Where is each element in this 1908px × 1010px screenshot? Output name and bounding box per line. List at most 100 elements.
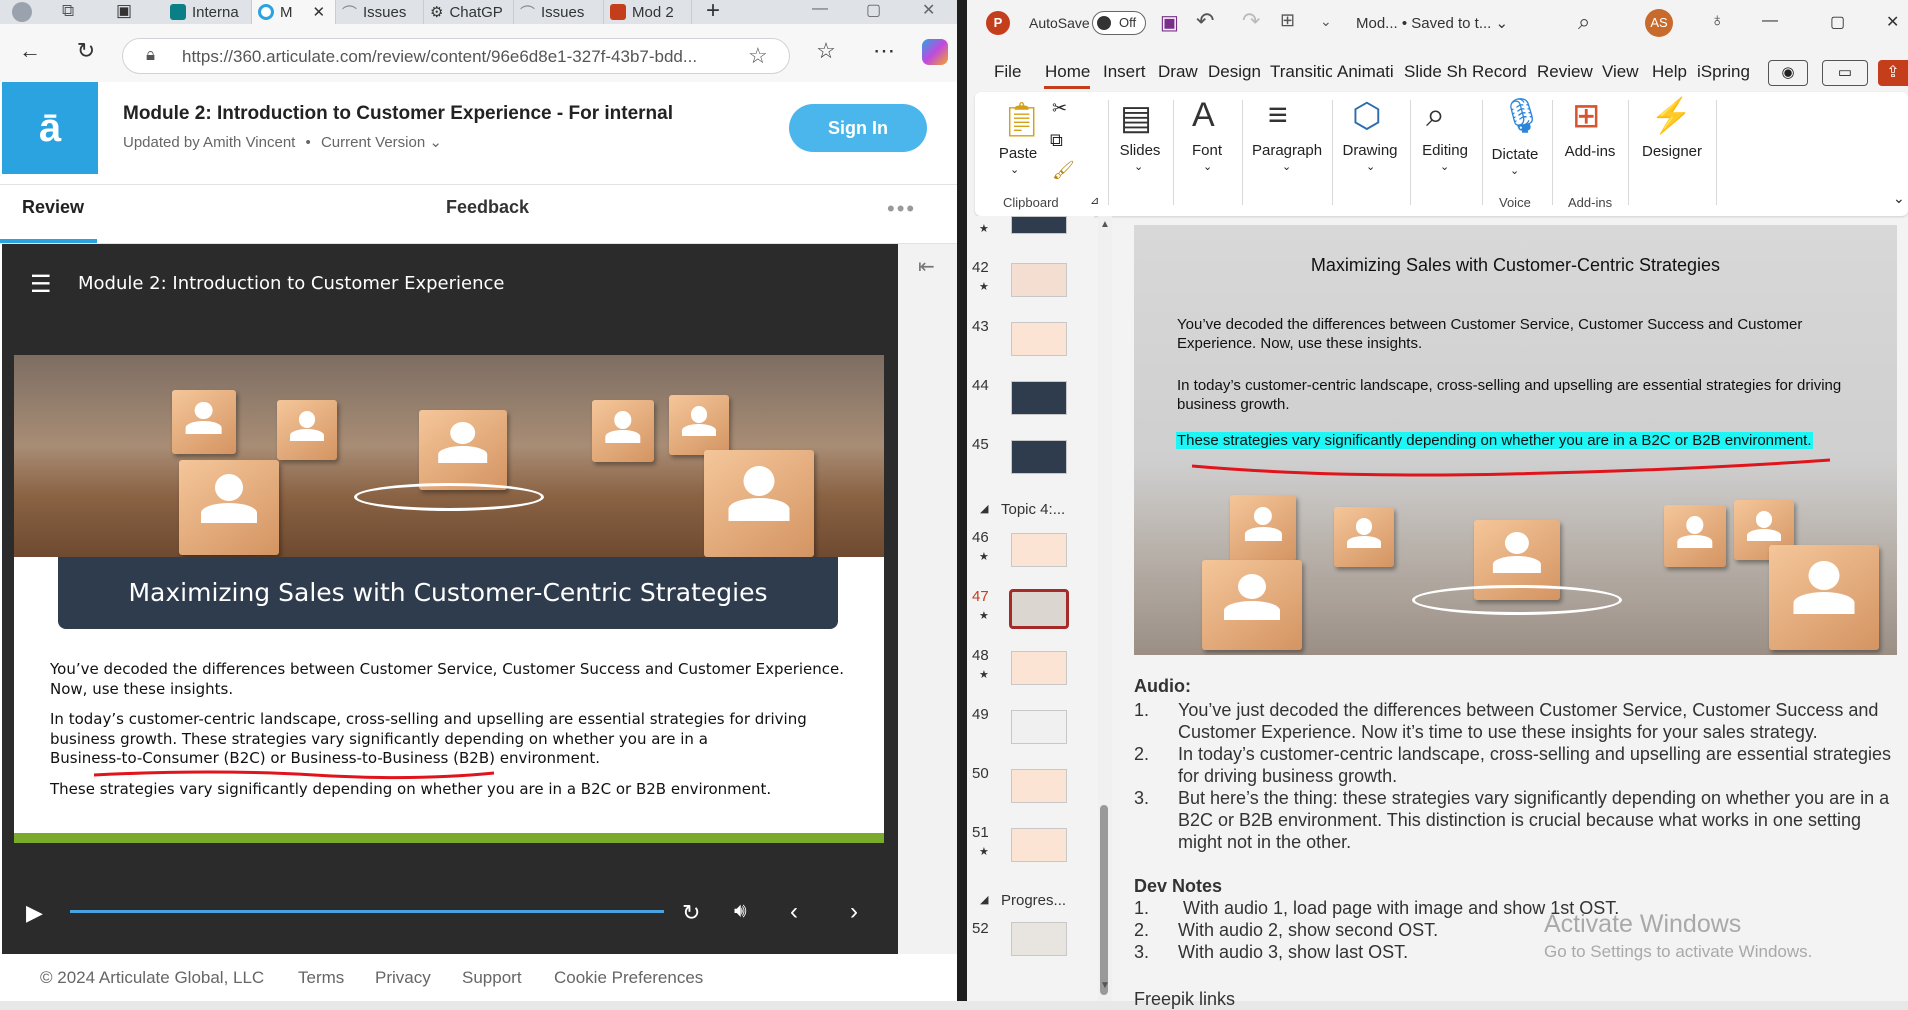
microphone-icon[interactable]: 🎙︎	[1500, 96, 1543, 136]
comments-button[interactable]: ▭	[1822, 60, 1868, 86]
customize-toolbar-icon[interactable]: ⌄	[1320, 13, 1332, 30]
menu-animations[interactable]: Animati	[1337, 62, 1394, 82]
chevron-down-icon[interactable]: ⌄	[1010, 163, 1019, 176]
save-icon[interactable]: ▣	[1160, 10, 1179, 35]
collapse-panel-icon[interactable]: ⇤	[918, 254, 935, 279]
section-header[interactable]: Progres...	[1001, 892, 1066, 909]
cut-icon[interactable]: ✂	[1052, 98, 1067, 119]
tab-actions-icon[interactable]: ▣	[116, 1, 132, 21]
slide-thumbnail[interactable]	[1011, 322, 1067, 356]
slide-thumbnail-selected[interactable]	[1009, 589, 1069, 629]
maximize-icon[interactable]: ▢	[1830, 12, 1845, 32]
menu-ispring[interactable]: iSpring	[1697, 62, 1750, 82]
tab-review[interactable]: Review	[22, 197, 84, 218]
slide-thumbnail[interactable]	[1011, 922, 1067, 956]
chevron-down-icon[interactable]: ⌄	[1203, 160, 1212, 173]
slide-thumbnail[interactable]	[1011, 263, 1067, 297]
slide-thumbnail[interactable]	[1011, 769, 1067, 803]
add-favorite-icon[interactable]: ☆	[748, 43, 768, 69]
scroll-up-icon[interactable]: ▲	[1100, 219, 1110, 230]
menu-insert[interactable]: Insert	[1103, 62, 1146, 82]
footer-link-support[interactable]: Support	[462, 968, 522, 988]
menu-design[interactable]: Design	[1208, 62, 1261, 82]
minimize-icon[interactable]: —	[812, 0, 828, 18]
slide-title[interactable]: Maximizing Sales with Customer-Centric S…	[1134, 256, 1897, 275]
slide-thumbnail[interactable]	[1011, 216, 1067, 234]
slides-icon[interactable]: ▤	[1120, 98, 1152, 138]
scrollbar-thumb[interactable]	[1100, 805, 1108, 995]
chevron-down-icon[interactable]: ⌄	[1440, 160, 1449, 173]
share-button[interactable]: ⇪	[1878, 60, 1908, 86]
slide-thumbnail[interactable]	[1011, 440, 1067, 474]
browser-tab[interactable]: ⚙ ChatGP	[424, 0, 514, 24]
scroll-down-icon[interactable]: ▼	[1100, 980, 1110, 991]
next-slide-icon[interactable]: ›	[850, 898, 858, 926]
menu-transitions[interactable]: Transitio	[1270, 62, 1332, 82]
chevron-down-icon[interactable]: ⌄	[1282, 160, 1291, 173]
addins-button[interactable]: Add-ins	[1560, 143, 1620, 160]
more-menu-icon[interactable]: •••	[887, 196, 916, 222]
menu-file[interactable]: File	[994, 62, 1021, 82]
dialog-launcher-icon[interactable]: ⊿	[1090, 194, 1099, 207]
menu-review[interactable]: Review	[1537, 62, 1593, 82]
close-tab-icon[interactable]: ✕	[313, 3, 326, 21]
favorites-star-icon[interactable]: ☆	[812, 38, 840, 64]
version-dropdown[interactable]: Current Version ⌄	[321, 134, 442, 151]
footer-link-terms[interactable]: Terms	[298, 968, 344, 988]
replay-icon[interactable]: ↻	[682, 900, 700, 926]
paragraph-button[interactable]: Paragraph	[1252, 142, 1322, 159]
hamburger-menu-icon[interactable]: ☰	[30, 270, 52, 299]
menu-record[interactable]: Record	[1472, 62, 1527, 82]
tab-feedback[interactable]: Feedback	[446, 197, 529, 218]
editing-icon[interactable]: ⌕	[1426, 96, 1445, 135]
footer-link-privacy[interactable]: Privacy	[375, 968, 431, 988]
copy-icon[interactable]: ⧉	[1050, 130, 1063, 151]
refresh-icon[interactable]: ↻	[72, 38, 100, 64]
chevron-down-icon[interactable]: ⌄	[1510, 164, 1519, 177]
drawing-icon[interactable]: ⬡	[1352, 96, 1382, 136]
paste-icon[interactable]: 📋︎	[1000, 100, 1043, 140]
slides-button[interactable]: Slides	[1118, 142, 1162, 159]
paragraph-icon[interactable]: ≡	[1268, 96, 1288, 135]
document-title[interactable]: Mod... • Saved to t... ⌄	[1356, 14, 1508, 32]
font-button[interactable]: Font	[1190, 142, 1224, 159]
menu-slideshow[interactable]: Slide Sh	[1404, 62, 1467, 82]
browser-tab-active[interactable]: M ✕	[252, 0, 336, 24]
chevron-down-icon[interactable]: ⌄	[1366, 160, 1375, 173]
editing-button[interactable]: Editing	[1418, 142, 1472, 159]
menu-view[interactable]: View	[1602, 62, 1639, 82]
slide-thumbnail[interactable]	[1011, 381, 1067, 415]
footer-link-cookies[interactable]: Cookie Preferences	[554, 968, 703, 988]
designer-icon[interactable]: ⚡	[1650, 96, 1692, 136]
present-icon[interactable]: ⊞	[1280, 10, 1295, 31]
drawing-button[interactable]: Drawing	[1341, 142, 1399, 159]
slide-paragraph-1[interactable]: You’ve decoded the differences between C…	[1177, 315, 1877, 353]
paste-button[interactable]: Paste	[998, 145, 1038, 162]
copilot-icon[interactable]	[922, 39, 948, 65]
profile-icon[interactable]	[12, 2, 32, 22]
more-options-icon[interactable]: ⋯	[870, 38, 898, 64]
sign-in-button[interactable]: Sign In	[789, 104, 927, 152]
dictate-button[interactable]: Dictate	[1490, 146, 1540, 163]
slide-thumbnail[interactable]	[1011, 710, 1067, 744]
search-icon[interactable]: ⌕	[1578, 9, 1590, 35]
font-icon[interactable]: A	[1192, 96, 1215, 135]
slide-paragraph-3-highlighted[interactable]: These strategies vary significantly depe…	[1176, 432, 1813, 449]
menu-help[interactable]: Help	[1652, 62, 1687, 82]
menu-home[interactable]: Home	[1045, 62, 1090, 82]
lightbulb-icon[interactable]: ♁	[1710, 10, 1724, 32]
volume-icon[interactable]: 🔊︎	[734, 900, 747, 923]
close-window-icon[interactable]: ✕	[922, 0, 935, 20]
record-button[interactable]: ◉	[1768, 60, 1808, 86]
menu-draw[interactable]: Draw	[1158, 62, 1198, 82]
play-icon[interactable]: ▶	[26, 900, 43, 926]
slide-thumbnail[interactable]	[1011, 533, 1067, 567]
back-icon[interactable]: ←	[16, 38, 44, 64]
seek-bar[interactable]	[70, 910, 664, 913]
designer-button[interactable]: Designer	[1640, 143, 1704, 160]
browser-tab[interactable]: Interna	[164, 0, 252, 24]
previous-slide-icon[interactable]: ‹	[790, 898, 798, 926]
section-collapse-icon[interactable]: ◢	[980, 893, 988, 906]
slide-thumbnail[interactable]	[1011, 651, 1067, 685]
maximize-icon[interactable]: ▢	[866, 0, 881, 20]
